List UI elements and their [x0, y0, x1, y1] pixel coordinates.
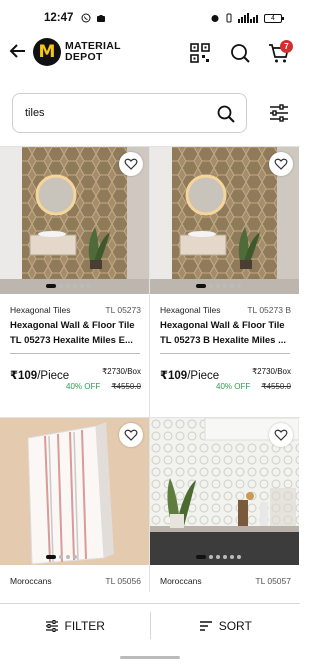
image-carousel-dots — [196, 284, 241, 288]
product-title[interactable]: Hexagonal Wall & Floor Tile TL 05273 Hex… — [10, 318, 142, 348]
signal-icon — [238, 13, 258, 23]
discount-label: 40% OFF — [66, 382, 101, 391]
heart-icon — [124, 158, 138, 170]
whatsapp-icon — [81, 13, 91, 23]
discount-label: 40% OFF — [216, 382, 251, 391]
vibrate-icon — [226, 13, 232, 23]
heart-icon — [274, 158, 288, 170]
status-bar: 12:47 4 — [0, 0, 300, 36]
card-divider — [10, 353, 140, 354]
wishlist-button[interactable] — [119, 423, 143, 447]
product-code: TL 05273 — [105, 305, 141, 315]
sort-icon — [199, 620, 212, 631]
bottom-action-bar: FILTER SORT — [0, 603, 300, 647]
product-image[interactable] — [0, 147, 149, 294]
heart-icon — [274, 429, 288, 441]
product-image[interactable] — [150, 147, 299, 294]
brand-logo[interactable]: M MATERIAL DEPOT — [33, 38, 121, 66]
battery-indicator: 4 — [264, 13, 284, 23]
card-divider — [160, 353, 290, 354]
image-carousel-dots — [46, 284, 91, 288]
alarm-icon — [211, 15, 219, 22]
product-code: TL 05057 — [255, 576, 291, 586]
back-arrow-icon[interactable] — [9, 42, 27, 60]
product-card[interactable]: Moroccans TL 05056 — [0, 418, 149, 603]
wishlist-button[interactable] — [269, 423, 293, 447]
sort-button[interactable]: SORT — [151, 604, 301, 647]
box-price: ₹2730/Box — [252, 367, 291, 376]
search-icon[interactable] — [229, 42, 251, 64]
gesture-nav-bar[interactable] — [120, 656, 180, 659]
filter-button[interactable]: FILTER — [0, 604, 150, 647]
product-card[interactable]: Hexagonal Tiles TL 05273 Hexagonal Wall … — [0, 147, 149, 417]
product-image[interactable] — [150, 418, 299, 565]
search-input[interactable] — [25, 107, 205, 119]
heart-icon — [124, 429, 138, 441]
search-submit-icon[interactable] — [216, 104, 236, 124]
app-header: M MATERIAL DEPOT — [0, 36, 300, 72]
cart-count-badge: 7 — [280, 40, 293, 53]
filter-icon — [45, 619, 58, 632]
product-category: Hexagonal Tiles — [10, 305, 71, 315]
product-category: Moroccans — [160, 576, 202, 586]
product-title[interactable]: Hexagonal Wall & Floor Tile TL 05273 B H… — [160, 318, 292, 348]
original-price: ₹4550.0 — [261, 382, 291, 391]
qr-scan-icon[interactable] — [189, 42, 211, 64]
status-time: 12:47 — [44, 12, 74, 24]
product-price: ₹109/Piece — [10, 370, 70, 382]
product-card[interactable]: Hexagonal Tiles TL 05273 B Hexagonal Wal… — [150, 147, 299, 417]
box-price: ₹2730/Box — [102, 367, 141, 376]
logo-badge: M — [33, 38, 61, 66]
product-image[interactable] — [0, 418, 149, 565]
sliders-icon[interactable] — [268, 102, 290, 124]
product-code: TL 05273 B — [247, 305, 291, 315]
product-price: ₹109/Piece — [160, 370, 220, 382]
image-carousel-dots — [46, 555, 77, 559]
search-bar[interactable] — [12, 93, 247, 133]
original-price: ₹4550.0 — [111, 382, 141, 391]
product-code: TL 05056 — [105, 576, 141, 586]
product-category: Moroccans — [10, 576, 52, 586]
product-category: Hexagonal Tiles — [160, 305, 221, 315]
logo-line-2: DEPOT — [65, 51, 103, 63]
product-card[interactable]: Moroccans TL 05057 — [150, 418, 299, 603]
camera-status-icon — [97, 15, 106, 22]
sort-label: SORT — [218, 618, 252, 633]
wishlist-button[interactable] — [269, 152, 293, 176]
wishlist-button[interactable] — [119, 152, 143, 176]
image-carousel-dots — [196, 555, 241, 559]
filter-label: FILTER — [64, 618, 105, 633]
